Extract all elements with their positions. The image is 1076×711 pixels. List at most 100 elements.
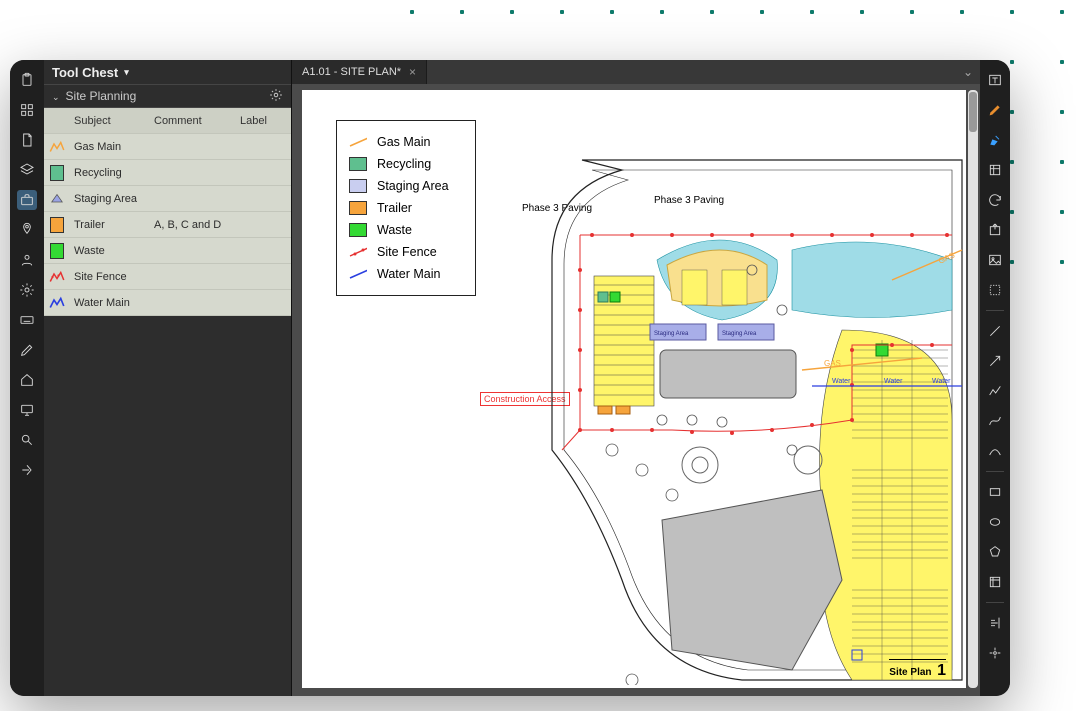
panel-title[interactable]: Tool Chest ▾ bbox=[44, 60, 291, 84]
col-subject[interactable]: Subject bbox=[70, 115, 150, 127]
row-subject: Staging Area bbox=[70, 193, 150, 205]
tab-bar: A1.01 - SITE PLAN* × ⌄ bbox=[292, 60, 980, 84]
col-label[interactable]: Label bbox=[236, 115, 286, 127]
app-window: Tool Chest ▾ ⌄Site Planning Subject Comm… bbox=[10, 60, 1010, 696]
polyline-icon[interactable] bbox=[985, 381, 1005, 401]
curve-icon[interactable] bbox=[985, 411, 1005, 431]
tool-chest-panel: Tool Chest ▾ ⌄Site Planning Subject Comm… bbox=[44, 60, 292, 696]
box-icon bbox=[44, 165, 70, 181]
legend-row: Trailer bbox=[337, 197, 475, 219]
row-subject: Site Fence bbox=[70, 271, 150, 283]
row-comment: A, B, C and D bbox=[150, 219, 236, 231]
legend-swatch bbox=[349, 245, 367, 259]
fence-icon bbox=[44, 268, 70, 286]
row-subject: Gas Main bbox=[70, 141, 150, 153]
col-comment[interactable]: Comment bbox=[150, 115, 236, 127]
tool-grid: Subject Comment Label Gas Main Recycling S… bbox=[44, 108, 291, 316]
canvas-viewport[interactable]: Gas MainRecyclingStaging AreaTrailerWast… bbox=[292, 84, 980, 696]
highlighter-icon[interactable] bbox=[985, 130, 1005, 150]
titleblock-title: Site Plan bbox=[889, 667, 931, 678]
tool-row[interactable]: Site Fence bbox=[44, 264, 291, 290]
scrollbar-thumb[interactable] bbox=[969, 92, 977, 132]
clipboard-icon[interactable] bbox=[17, 70, 37, 90]
polygon-icon[interactable] bbox=[985, 542, 1005, 562]
row-subject: Waste bbox=[70, 245, 150, 257]
match-icon[interactable] bbox=[985, 613, 1005, 633]
staging-area-text: Staging Area bbox=[722, 331, 757, 337]
row-subject: Water Main bbox=[70, 297, 150, 309]
clip-icon[interactable] bbox=[985, 572, 1005, 592]
legend-row: Water Main bbox=[337, 263, 475, 285]
legend-label: Staging Area bbox=[377, 179, 449, 193]
arrow-icon[interactable] bbox=[985, 351, 1005, 371]
page-icon[interactable] bbox=[17, 130, 37, 150]
tab-label: A1.01 - SITE PLAN* bbox=[302, 66, 401, 78]
monitor-icon[interactable] bbox=[17, 400, 37, 420]
tool-row[interactable]: TrailerA, B, C and D bbox=[44, 212, 291, 238]
legend-row: Recycling bbox=[337, 153, 475, 175]
box-icon bbox=[44, 243, 70, 259]
center-area: A1.01 - SITE PLAN* × ⌄ Gas MainRecycling… bbox=[292, 60, 980, 696]
briefcase-icon[interactable] bbox=[17, 190, 37, 210]
tabs-overflow-chevron[interactable]: ⌄ bbox=[956, 60, 980, 84]
gas-label: GAS bbox=[824, 359, 841, 368]
home-outline-icon[interactable] bbox=[17, 370, 37, 390]
tool-row[interactable]: Gas Main bbox=[44, 134, 291, 160]
tool-row[interactable]: Recycling bbox=[44, 160, 291, 186]
ellipse-icon[interactable] bbox=[985, 512, 1005, 532]
pen-outline-icon[interactable] bbox=[17, 340, 37, 360]
tab-site-plan[interactable]: A1.01 - SITE PLAN* × bbox=[292, 60, 427, 84]
gear-icon[interactable] bbox=[269, 88, 283, 105]
close-icon[interactable]: × bbox=[409, 65, 416, 79]
panel-empty-area bbox=[44, 316, 291, 696]
selection-icon[interactable] bbox=[985, 280, 1005, 300]
legend: Gas MainRecyclingStaging AreaTrailerWast… bbox=[336, 120, 476, 296]
tool-row[interactable]: Water Main bbox=[44, 290, 291, 316]
right-toolbar bbox=[980, 60, 1010, 696]
legend-label: Waste bbox=[377, 223, 412, 237]
gear-icon[interactable] bbox=[17, 280, 37, 300]
titleblock: Site Plan 1 bbox=[889, 659, 946, 680]
legend-row: Staging Area bbox=[337, 175, 475, 197]
section-label: Site Planning bbox=[66, 89, 137, 103]
legend-swatch bbox=[349, 135, 367, 149]
legend-swatch bbox=[349, 201, 367, 215]
staging-icon bbox=[44, 190, 70, 208]
tool-row[interactable]: Waste bbox=[44, 238, 291, 264]
text-box-icon[interactable] bbox=[985, 70, 1005, 90]
chevron-down-icon: ▾ bbox=[124, 67, 129, 78]
legend-label: Water Main bbox=[377, 267, 440, 281]
user-icon[interactable] bbox=[17, 250, 37, 270]
titleblock-number: 1 bbox=[937, 662, 946, 679]
drawing-sheet[interactable]: Gas MainRecyclingStaging AreaTrailerWast… bbox=[302, 90, 966, 688]
pin-icon[interactable] bbox=[17, 220, 37, 240]
separator bbox=[986, 602, 1004, 603]
export-icon[interactable] bbox=[985, 220, 1005, 240]
layers-icon[interactable] bbox=[17, 160, 37, 180]
legend-swatch bbox=[349, 179, 367, 193]
rotate-icon[interactable] bbox=[985, 190, 1005, 210]
legend-swatch bbox=[349, 267, 367, 281]
tool-row[interactable]: Staging Area bbox=[44, 186, 291, 212]
legend-swatch bbox=[349, 157, 367, 171]
snap-icon[interactable] bbox=[985, 643, 1005, 663]
water-label: Water bbox=[832, 378, 851, 385]
grid-icon[interactable] bbox=[17, 100, 37, 120]
legend-label: Trailer bbox=[377, 201, 412, 215]
image-icon[interactable] bbox=[985, 250, 1005, 270]
pen-solid-icon[interactable] bbox=[985, 100, 1005, 120]
section-header[interactable]: ⌄Site Planning bbox=[44, 84, 291, 108]
share-icon[interactable] bbox=[17, 460, 37, 480]
vertical-scrollbar[interactable] bbox=[968, 90, 978, 688]
crop-icon[interactable] bbox=[985, 160, 1005, 180]
search-icon[interactable] bbox=[17, 430, 37, 450]
legend-label: Recycling bbox=[377, 157, 431, 171]
line-icon[interactable] bbox=[985, 321, 1005, 341]
legend-row: Site Fence bbox=[337, 241, 475, 263]
box-icon bbox=[44, 217, 70, 233]
legend-swatch bbox=[349, 223, 367, 237]
water-icon bbox=[44, 294, 70, 312]
keyboard-icon[interactable] bbox=[17, 310, 37, 330]
rect-icon[interactable] bbox=[985, 482, 1005, 502]
arc-icon[interactable] bbox=[985, 441, 1005, 461]
